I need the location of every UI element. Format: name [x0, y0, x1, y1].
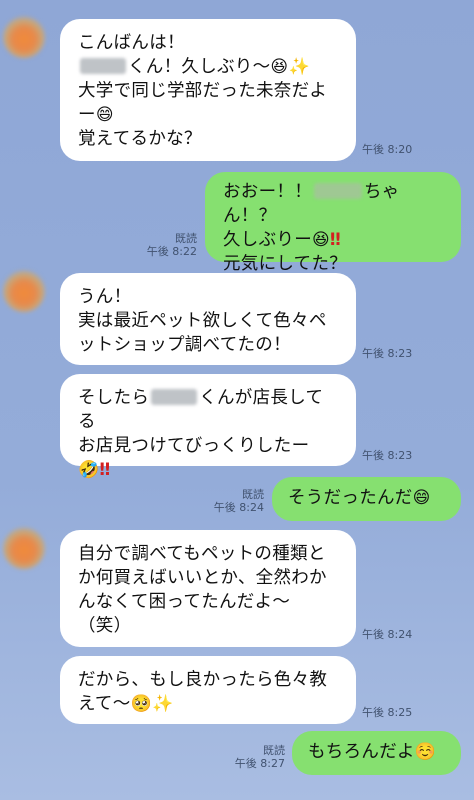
sparkles-emoji-icon: ✨ — [288, 57, 310, 77]
message-text: 大学で同じ学部だった未奈だよ — [78, 81, 328, 101]
message-text: んなくて困ってたんだよ〜 — [78, 592, 291, 612]
outgoing-message-bubble[interactable]: もちろんだよ☺️ — [292, 731, 461, 775]
message-text: 自分で調べてもペットの種類と — [78, 544, 326, 564]
message-text: くん！久しぶり〜 — [128, 57, 271, 77]
message-text: 覚えてるかな？ — [78, 129, 202, 149]
message-meta: 既読 午後 8:22 — [140, 232, 197, 258]
message-text: おおー！！ — [223, 182, 312, 202]
double-exclamation-icon: ‼ — [99, 460, 110, 480]
message-text: 実は最近ペット欲しくて色々ペ — [78, 311, 327, 331]
message-text: そうだったんだ — [288, 488, 413, 508]
message-timestamp: 午後 8:24 — [213, 501, 264, 514]
grinning-emoji-icon: 😄 — [95, 105, 114, 125]
incoming-message-bubble[interactable]: 自分で調べてもペットの種類と か何買えばいいとか、全然わか んなくて困ってたんだ… — [60, 530, 356, 647]
redacted-name — [151, 389, 198, 405]
redacted-name — [314, 183, 362, 199]
message-timestamp: 午後 8:24 — [362, 628, 413, 641]
redacted-name — [80, 58, 126, 74]
message-meta: 既読 午後 8:27 — [226, 744, 285, 770]
message-meta: 既読 午後 8:24 — [205, 488, 264, 514]
smiling-face-emoji-icon: ☺️ — [414, 742, 437, 762]
message-text: そしたら — [78, 388, 150, 408]
outgoing-message-bubble[interactable]: そうだったんだ😄 — [272, 477, 461, 521]
rofl-emoji-icon: 🤣 — [78, 460, 100, 480]
grinning-squint-emoji-icon: 😆 — [312, 230, 331, 250]
message-text: だから、もし良かったら色々教 — [78, 670, 328, 690]
message-text: ー — [78, 105, 96, 125]
message-text: ットショップ調べてたの！ — [78, 335, 291, 355]
read-receipt: 既読 — [242, 488, 264, 501]
outgoing-message-bubble[interactable]: おおー！！ ちゃん！？ 久しぶりー😆‼ 元気にしてた？ — [205, 172, 461, 274]
message-text: えて〜 — [78, 694, 131, 714]
grinning-emoji-icon: 😄 — [412, 488, 431, 508]
sparkles-emoji-icon: ✨ — [152, 694, 174, 714]
read-receipt: 既読 — [175, 232, 197, 245]
message-timestamp: 午後 8:27 — [234, 757, 285, 770]
message-text: こんばんは！ — [78, 33, 185, 53]
incoming-message-bubble[interactable]: だから、もし良かったら色々教 えて〜🥺✨ — [60, 656, 356, 724]
chat-area: こんばんは！ くん！久しぶり〜😆✨ 大学で同じ学部だった未奈だよ ー😄 覚えてる… — [0, 0, 474, 800]
contact-avatar[interactable] — [3, 270, 45, 312]
contact-avatar[interactable] — [3, 527, 45, 569]
incoming-message-bubble[interactable]: うん！ 実は最近ペット欲しくて色々ペ ットショップ調べてたの！ — [60, 273, 356, 365]
message-timestamp: 午後 8:25 — [362, 706, 413, 719]
pleading-face-emoji-icon: 🥺 — [130, 694, 152, 714]
message-text: もちろんだよ — [308, 742, 415, 762]
read-receipt: 既読 — [263, 744, 285, 757]
incoming-message-bubble[interactable]: こんばんは！ くん！久しぶり〜😆✨ 大学で同じ学部だった未奈だよ ー😄 覚えてる… — [60, 19, 356, 161]
incoming-message-bubble[interactable]: そしたら くんが店長してる お店見つけてびっくりしたー 🤣‼ — [60, 374, 356, 480]
message-text: か何買えばいいとか、全然わか — [78, 568, 327, 588]
message-timestamp: 午後 8:23 — [362, 347, 413, 360]
message-text: うん！ — [78, 287, 132, 307]
message-text: 久しぶりー — [223, 230, 312, 250]
message-timestamp: 午後 8:20 — [362, 143, 413, 156]
contact-avatar[interactable] — [3, 16, 45, 58]
grinning-squint-emoji-icon: 😆 — [270, 57, 289, 77]
message-text: お店見つけてびっくりしたー — [78, 436, 310, 456]
message-text: 元気にしてた？ — [223, 254, 348, 274]
double-exclamation-icon: ‼ — [330, 230, 341, 250]
message-timestamp: 午後 8:23 — [362, 449, 413, 462]
message-text: （笑） — [78, 616, 132, 636]
message-timestamp: 午後 8:22 — [146, 245, 197, 258]
